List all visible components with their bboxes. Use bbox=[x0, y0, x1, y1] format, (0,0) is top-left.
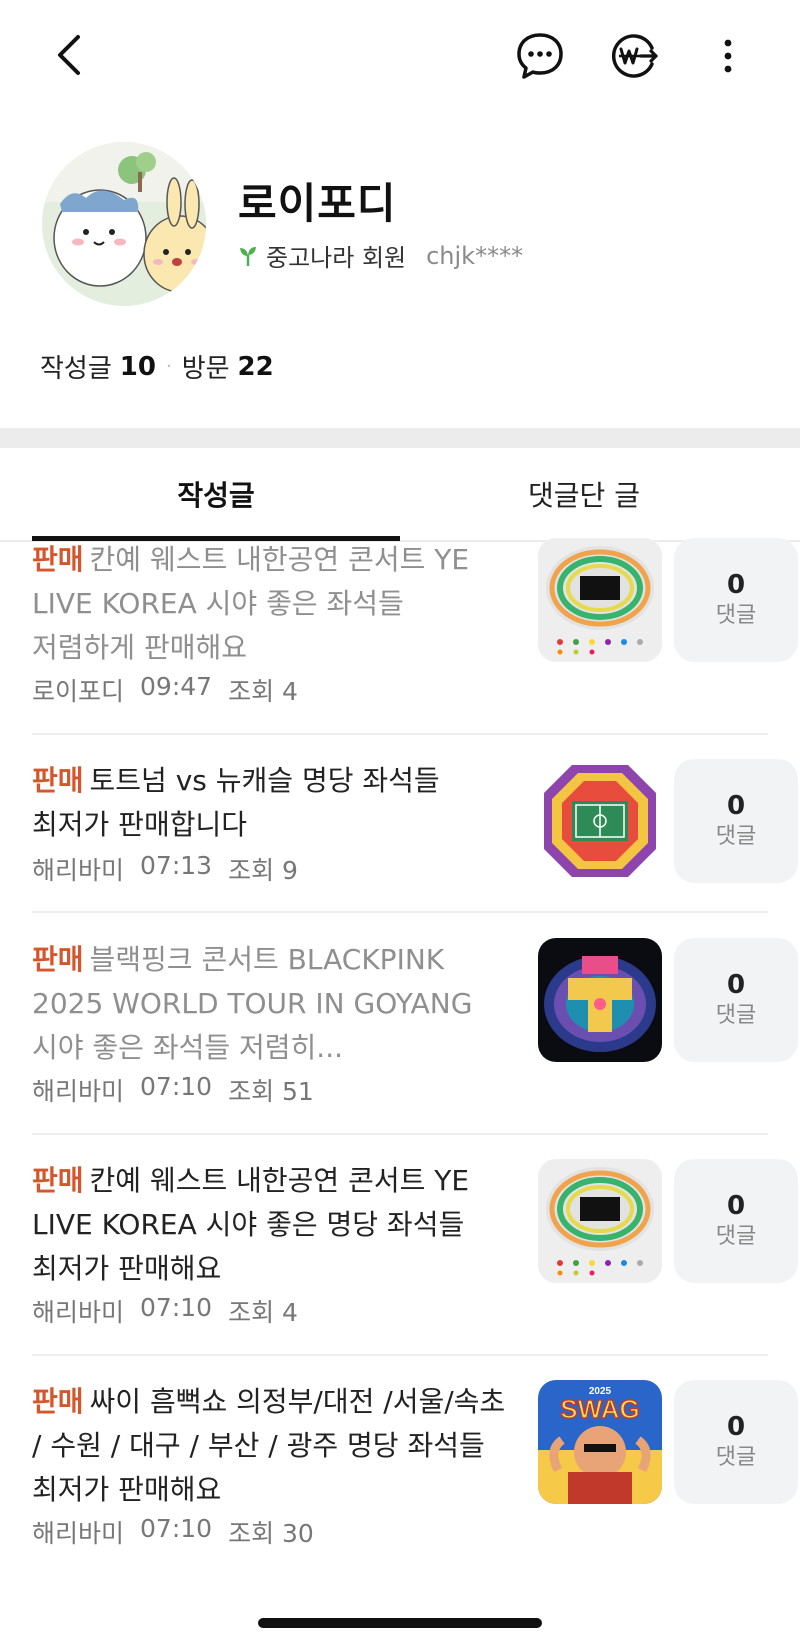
avatar bbox=[42, 142, 206, 306]
chat-bubble-icon bbox=[517, 33, 563, 79]
post-title-text: 토트넘 vs 뉴캐슬 명당 좌석들 최저가 판매합니다 bbox=[32, 764, 440, 841]
sale-badge: 판매 bbox=[32, 1385, 84, 1418]
back-button[interactable] bbox=[44, 30, 94, 80]
list-item[interactable]: 판매 토트넘 vs 뉴캐슬 명당 좌석들 최저가 판매합니다 해리바미 07:13… bbox=[32, 759, 798, 889]
comment-label: 댓글 bbox=[715, 1224, 757, 1249]
top-bar bbox=[0, 0, 800, 110]
home-indicator bbox=[258, 1618, 542, 1628]
list-item[interactable]: 판매 싸이 흠뻑쇼 의정부/대전 /서울/속초 / 수원 / 대구 / 부산 / … bbox=[32, 1380, 798, 1550]
comment-count-box: 0 댓글 bbox=[674, 1159, 798, 1283]
list-item[interactable]: 판매 칸예 웨스트 내한공연 콘서트 YE LIVE KOREA 시야 좋은 좌석… bbox=[32, 538, 798, 708]
won-transfer-icon bbox=[611, 34, 658, 78]
post-views: 조회 9 bbox=[228, 856, 298, 885]
post-title: 판매 칸예 웨스트 내한공연 콘서트 YE LIVE KOREA 시야 좋은 좌석… bbox=[32, 538, 512, 670]
chat-button[interactable] bbox=[512, 28, 568, 84]
comment-count: 0 bbox=[726, 1412, 746, 1442]
comment-label: 댓글 bbox=[715, 824, 757, 849]
post-thumbnail bbox=[538, 538, 662, 662]
post-time: 07:10 bbox=[140, 1293, 213, 1322]
visits-count: 22 bbox=[237, 351, 274, 382]
tab-commented[interactable]: 댓글단 글 bbox=[400, 448, 768, 540]
list-divider bbox=[32, 1133, 768, 1135]
tab-posts[interactable]: 작성글 bbox=[32, 448, 400, 540]
post-time: 07:10 bbox=[140, 1072, 213, 1101]
sale-badge: 판매 bbox=[32, 943, 84, 976]
posts-label: 작성글 bbox=[40, 354, 112, 384]
post-thumbnail bbox=[538, 759, 662, 883]
post-author: 해리바미 bbox=[32, 1519, 125, 1548]
member-type: 중고나라 회원 bbox=[266, 244, 407, 272]
member-info: 중고나라 회원 chjk**** bbox=[238, 238, 523, 273]
list-divider bbox=[32, 733, 768, 735]
comment-count-box: 0 댓글 bbox=[674, 938, 798, 1062]
post-views: 조회 30 bbox=[228, 1519, 314, 1548]
post-thumbnail bbox=[538, 938, 662, 1062]
post-title: 판매 블랙핑크 콘서트 BLACKPINK 2025 WORLD TOUR IN … bbox=[32, 938, 512, 1070]
sale-badge: 판매 bbox=[32, 764, 84, 797]
comment-count-box: 0 댓글 bbox=[674, 538, 798, 662]
comment-count: 0 bbox=[726, 791, 746, 821]
sale-badge: 판매 bbox=[32, 1164, 84, 1197]
sale-badge: 판매 bbox=[32, 543, 84, 576]
comment-label: 댓글 bbox=[715, 1003, 757, 1028]
sprout-icon bbox=[240, 246, 256, 266]
post-meta: 해리바미 07:10 조회 4 bbox=[32, 1293, 298, 1329]
stats-separator: · bbox=[165, 356, 172, 377]
post-views: 조회 51 bbox=[228, 1077, 314, 1106]
chevron-left-icon bbox=[58, 35, 80, 75]
post-title-text: 싸이 흠뻑쇼 의정부/대전 /서울/속초 / 수원 / 대구 / 부산 / 광주… bbox=[32, 1385, 506, 1506]
more-button[interactable] bbox=[710, 28, 746, 84]
section-divider bbox=[0, 428, 800, 448]
post-time: 09:47 bbox=[140, 672, 213, 701]
comment-count-box: 0 댓글 bbox=[674, 759, 798, 883]
comment-count: 0 bbox=[726, 1191, 746, 1221]
tab-bar: 작성글 댓글단 글 bbox=[0, 448, 800, 542]
comment-label: 댓글 bbox=[715, 1445, 757, 1470]
post-title: 판매 싸이 흠뻑쇼 의정부/대전 /서울/속초 / 수원 / 대구 / 부산 / … bbox=[32, 1380, 512, 1512]
post-thumbnail: 2025 SWAG bbox=[538, 1380, 662, 1504]
comment-count: 0 bbox=[726, 570, 746, 600]
post-meta: 해리바미 07:10 조회 30 bbox=[32, 1514, 314, 1550]
list-divider bbox=[32, 911, 768, 913]
more-vertical-icon bbox=[724, 39, 732, 73]
thumb-logo-text: SWAG bbox=[560, 1394, 639, 1424]
masked-user-id: chjk**** bbox=[426, 241, 524, 270]
post-title-text: 칸예 웨스트 내한공연 콘서트 YE LIVE KOREA 시야 좋은 명당 좌… bbox=[32, 1164, 470, 1285]
list-item[interactable]: 판매 칸예 웨스트 내한공연 콘서트 YE LIVE KOREA 시야 좋은 명당… bbox=[32, 1159, 798, 1329]
post-meta: 해리바미 07:13 조회 9 bbox=[32, 851, 298, 887]
pay-button[interactable] bbox=[606, 28, 662, 84]
posts-count: 10 bbox=[119, 351, 156, 382]
post-views: 조회 4 bbox=[228, 1298, 298, 1327]
post-title: 판매 칸예 웨스트 내한공연 콘서트 YE LIVE KOREA 시야 좋은 명당… bbox=[32, 1159, 512, 1291]
post-meta: 해리바미 07:10 조회 51 bbox=[32, 1072, 314, 1108]
post-time: 07:13 bbox=[140, 851, 213, 880]
comment-count-box: 0 댓글 bbox=[674, 1380, 798, 1504]
visits-label: 방문 bbox=[181, 354, 230, 384]
list-item[interactable]: 판매 블랙핑크 콘서트 BLACKPINK 2025 WORLD TOUR IN … bbox=[32, 938, 798, 1108]
nickname: 로이포디 bbox=[238, 179, 397, 228]
post-meta: 로이포디 09:47 조회 4 bbox=[32, 672, 298, 708]
post-author: 해리바미 bbox=[32, 1077, 125, 1106]
post-author: 해리바미 bbox=[32, 1298, 125, 1327]
post-title-text: 블랙핑크 콘서트 BLACKPINK 2025 WORLD TOUR IN GO… bbox=[32, 943, 473, 1064]
list-divider bbox=[32, 1354, 768, 1356]
comment-count: 0 bbox=[726, 970, 746, 1000]
profile-stats: 작성글 10 · 방문 22 bbox=[40, 348, 274, 385]
post-title-text: 칸예 웨스트 내한공연 콘서트 YE LIVE KOREA 시야 좋은 좌석들 … bbox=[32, 543, 470, 664]
post-title: 판매 토트넘 vs 뉴캐슬 명당 좌석들 최저가 판매합니다 bbox=[32, 759, 512, 847]
post-author: 로이포디 bbox=[32, 677, 125, 706]
comment-label: 댓글 bbox=[715, 603, 757, 628]
post-views: 조회 4 bbox=[228, 677, 298, 706]
post-author: 해리바미 bbox=[32, 856, 125, 885]
post-thumbnail bbox=[538, 1159, 662, 1283]
post-time: 07:10 bbox=[140, 1514, 213, 1543]
